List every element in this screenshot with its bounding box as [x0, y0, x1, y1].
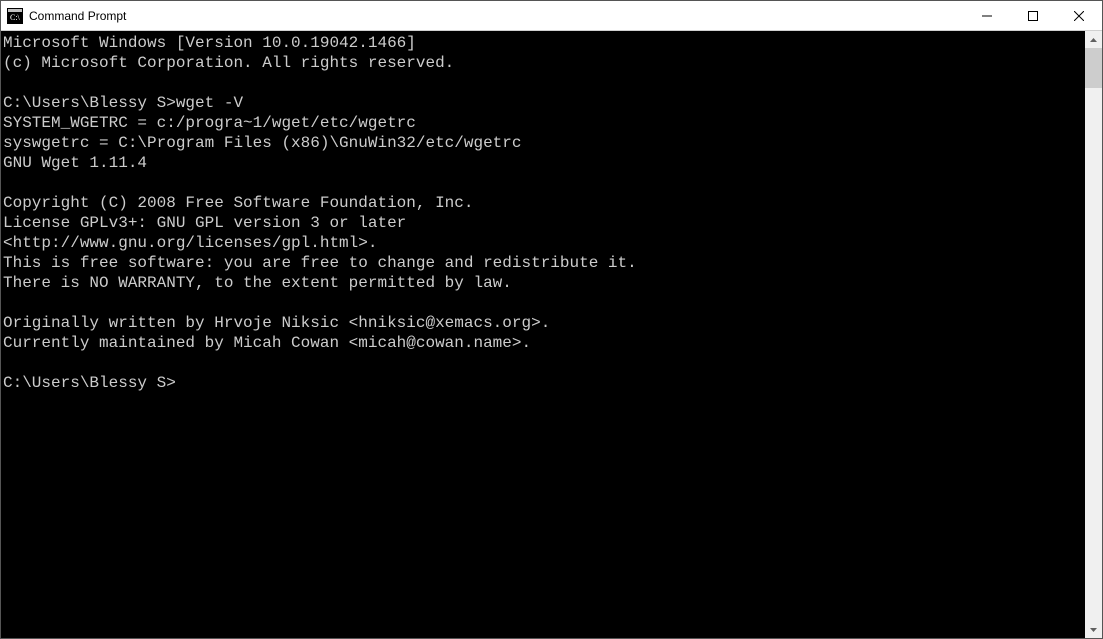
scroll-track[interactable] — [1085, 48, 1102, 621]
maximize-icon — [1028, 11, 1038, 21]
terminal-line: GNU Wget 1.11.4 — [3, 153, 1085, 173]
terminal-line: SYSTEM_WGETRC = c:/progra~1/wget/etc/wge… — [3, 113, 1085, 133]
terminal-line — [3, 353, 1085, 373]
close-icon — [1074, 11, 1084, 21]
terminal-line: License GPLv3+: GNU GPL version 3 or lat… — [3, 213, 1085, 233]
terminal-output[interactable]: Microsoft Windows [Version 10.0.19042.14… — [1, 31, 1085, 638]
terminal-line — [3, 173, 1085, 193]
terminal-line: C:\Users\Blessy S>wget -V — [3, 93, 1085, 113]
command-prompt-window: C:\ Command Prompt Microsoft Windows [Ve… — [0, 0, 1103, 639]
window-title: Command Prompt — [29, 9, 126, 23]
terminal-line: C:\Users\Blessy S> — [3, 373, 1085, 393]
client-area: Microsoft Windows [Version 10.0.19042.14… — [1, 31, 1102, 638]
terminal-line: (c) Microsoft Corporation. All rights re… — [3, 53, 1085, 73]
maximize-button[interactable] — [1010, 1, 1056, 31]
cmd-icon: C:\ — [7, 8, 23, 24]
terminal-line: This is free software: you are free to c… — [3, 253, 1085, 273]
terminal-line — [3, 73, 1085, 93]
terminal-line: syswgetrc = C:\Program Files (x86)\GnuWi… — [3, 133, 1085, 153]
vertical-scrollbar[interactable] — [1085, 31, 1102, 638]
svg-text:C:\: C:\ — [10, 13, 21, 22]
minimize-icon — [982, 11, 992, 21]
terminal-line: Copyright (C) 2008 Free Software Foundat… — [3, 193, 1085, 213]
terminal-line: <http://www.gnu.org/licenses/gpl.html>. — [3, 233, 1085, 253]
minimize-button[interactable] — [964, 1, 1010, 31]
terminal-line — [3, 293, 1085, 313]
terminal-line: Currently maintained by Micah Cowan <mic… — [3, 333, 1085, 353]
terminal-line: Originally written by Hrvoje Niksic <hni… — [3, 313, 1085, 333]
scroll-down-arrow-icon[interactable] — [1085, 621, 1102, 638]
scroll-thumb[interactable] — [1085, 48, 1102, 88]
scroll-up-arrow-icon[interactable] — [1085, 31, 1102, 48]
close-button[interactable] — [1056, 1, 1102, 31]
terminal-line: There is NO WARRANTY, to the extent perm… — [3, 273, 1085, 293]
titlebar[interactable]: C:\ Command Prompt — [1, 1, 1102, 31]
terminal-line: Microsoft Windows [Version 10.0.19042.14… — [3, 33, 1085, 53]
